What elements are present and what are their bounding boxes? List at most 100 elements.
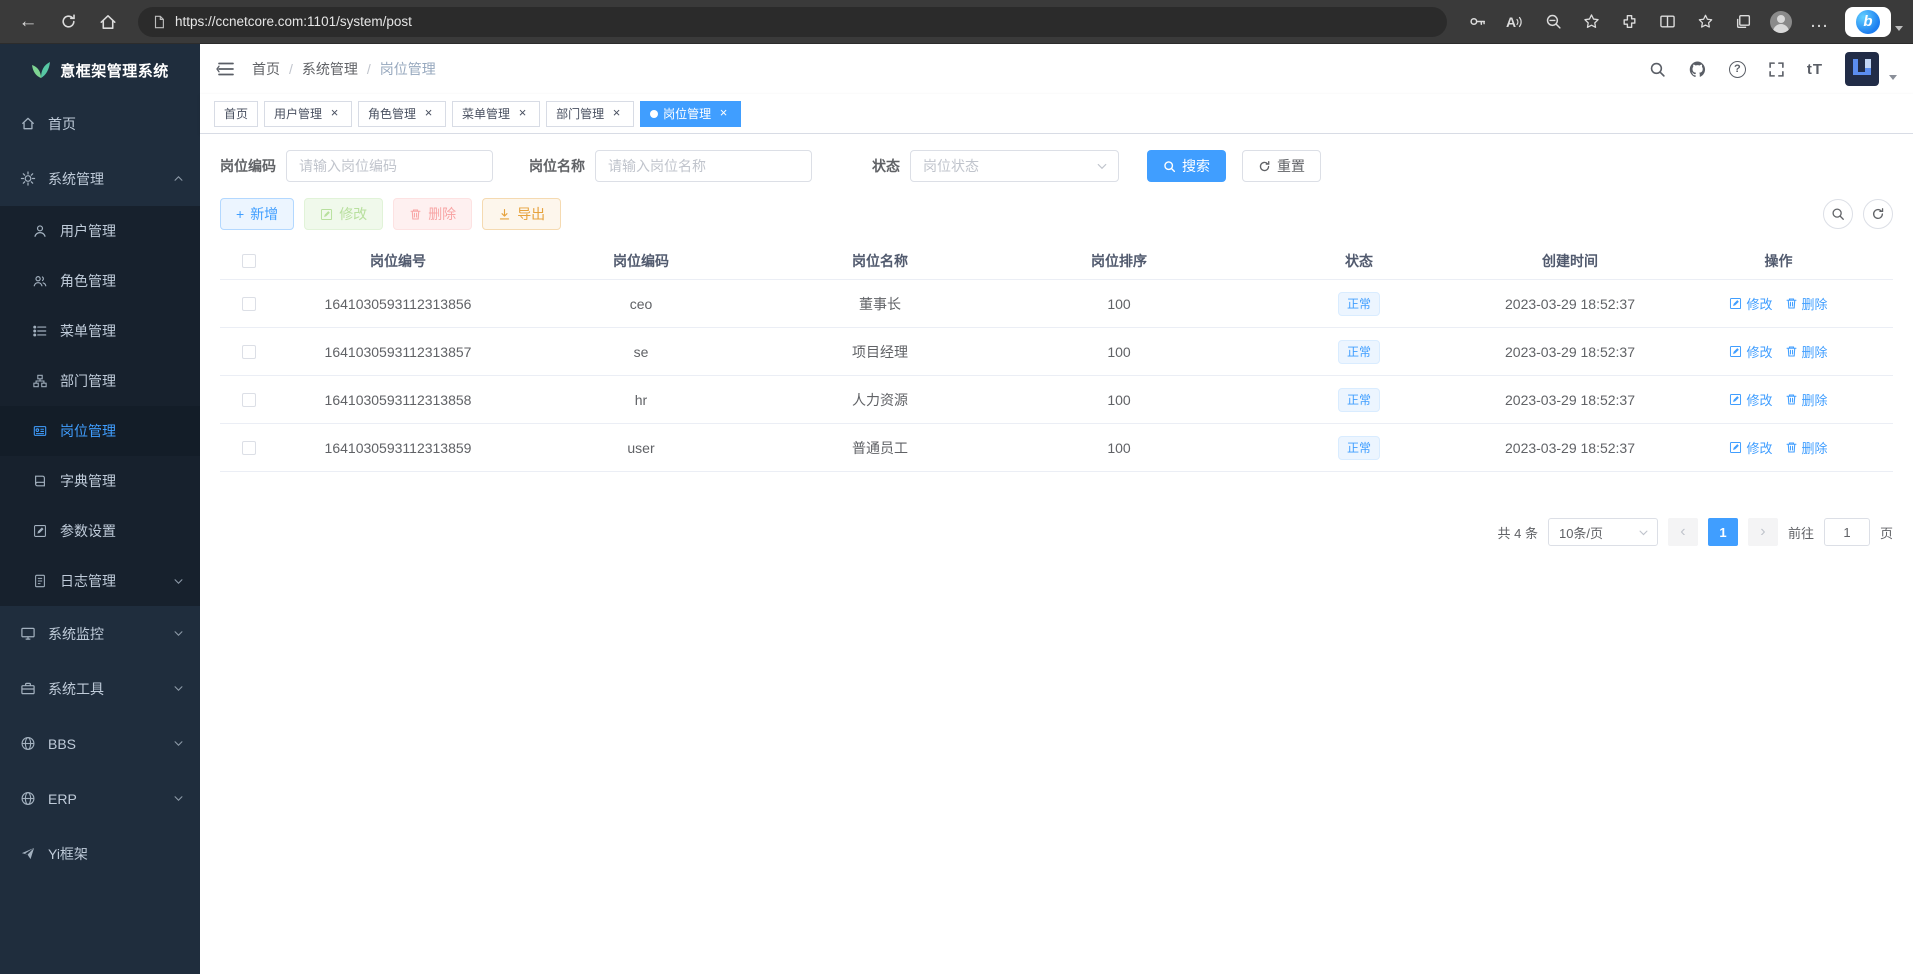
header-search-icon[interactable] [1649,61,1666,78]
user-avatar[interactable] [1845,52,1879,86]
row-checkbox[interactable] [242,393,256,407]
add-button[interactable]: + 新增 [220,198,294,230]
sidebar-item-yi-framework[interactable]: Yi框架 [0,826,200,881]
address-bar[interactable]: https://ccnetcore.com:1101/system/post [138,7,1447,37]
zoom-out-icon[interactable] [1535,5,1571,39]
browser-back-icon[interactable]: ← [10,5,46,39]
row-edit-link[interactable]: 修改 [1729,390,1772,409]
sidebar-item-bbs[interactable]: BBS [0,716,200,771]
sidebar-item-roles[interactable]: 角色管理 [0,256,200,306]
close-icon[interactable]: × [609,106,624,121]
page-1-button[interactable]: 1 [1708,518,1738,546]
sidebar-collapse-icon[interactable] [216,59,236,79]
browser-home-icon[interactable] [90,5,126,39]
extensions-icon[interactable] [1611,5,1647,39]
goto-page-input[interactable] [1824,518,1870,546]
tab-post-management[interactable]: 岗位管理 × [640,101,741,127]
row-checkbox[interactable] [242,297,256,311]
filter-bar: 岗位编码 岗位名称 状态 岗位状态 搜索 重 [220,150,1893,182]
select-all-checkbox[interactable] [242,254,256,268]
avatar-dropdown-caret[interactable] [1889,75,1897,80]
cell-post-code: se [518,344,764,360]
breadcrumb-home[interactable]: 首页 [252,59,280,79]
copilot-dropdown-caret[interactable] [1895,26,1903,31]
row-edit-link[interactable]: 修改 [1729,438,1772,457]
trash-icon [1785,345,1798,358]
tab-user-management[interactable]: 用户管理 × [264,101,352,127]
browser-refresh-icon[interactable] [50,5,86,39]
refresh-table-icon[interactable] [1863,199,1893,229]
close-icon[interactable]: × [421,106,436,121]
sidebar-item-logs[interactable]: 日志管理 [0,556,200,606]
tab-department-management[interactable]: 部门管理 × [546,101,634,127]
sidebar-item-system[interactable]: 系统管理 [0,151,200,206]
cell-post-sort: 100 [996,392,1242,408]
sidebar-item-erp[interactable]: ERP [0,771,200,826]
collections-icon[interactable] [1725,5,1761,39]
browser-menu-icon[interactable]: … [1801,5,1837,39]
next-page-button[interactable]: › [1748,518,1778,546]
favorite-add-icon[interactable] [1573,5,1609,39]
read-aloud-icon[interactable]: A [1497,5,1533,39]
download-icon [498,208,511,221]
tabs-bar: 首页 用户管理 × 角色管理 × 菜单管理 × 部门管理 × 岗位管理 × [200,94,1913,134]
cell-created: 2023-03-29 18:52:37 [1476,296,1664,312]
text-size-icon[interactable]: tT [1807,61,1823,78]
status-select[interactable]: 岗位状态 [910,150,1119,182]
id-badge-icon [32,424,48,438]
row-delete-link[interactable]: 删除 [1785,438,1828,457]
cell-post-sort: 100 [996,440,1242,456]
post-code-input[interactable] [286,150,493,182]
tab-home[interactable]: 首页 [214,101,258,127]
sidebar-item-tools[interactable]: 系统工具 [0,661,200,716]
row-delete-link[interactable]: 删除 [1785,294,1828,313]
sidebar-item-home[interactable]: 首页 [0,96,200,151]
favorites-bar-icon[interactable] [1687,5,1723,39]
post-name-input[interactable] [595,150,812,182]
tab-role-management[interactable]: 角色管理 × [358,101,446,127]
goto-label: 前往 [1788,523,1814,542]
sidebar-item-users[interactable]: 用户管理 [0,206,200,256]
close-icon[interactable]: × [515,106,530,121]
breadcrumb: 首页 / 系统管理 / 岗位管理 [252,59,436,79]
row-delete-link[interactable]: 删除 [1785,342,1828,361]
row-edit-link[interactable]: 修改 [1729,294,1772,313]
password-key-icon[interactable] [1459,5,1495,39]
delete-button[interactable]: 删除 [393,198,472,230]
sidebar-item-monitoring[interactable]: 系统监控 [0,606,200,661]
sidebar-item-menus[interactable]: 菜单管理 [0,306,200,356]
table-row: 1641030593112313857 se 项目经理 100 正常 2023-… [220,328,1893,376]
sidebar-item-posts[interactable]: 岗位管理 [0,406,200,456]
row-checkbox[interactable] [242,345,256,359]
split-screen-icon[interactable] [1649,5,1685,39]
log-document-icon [32,574,48,588]
trash-icon [1785,297,1798,310]
help-icon[interactable]: ? [1729,61,1746,78]
sidebar-item-departments[interactable]: 部门管理 [0,356,200,406]
toggle-search-icon[interactable] [1823,199,1853,229]
tab-menu-management[interactable]: 菜单管理 × [452,101,540,127]
page-size-select[interactable]: 10条/页 [1548,518,1658,546]
close-icon[interactable]: × [327,106,342,121]
row-delete-link[interactable]: 删除 [1785,390,1828,409]
browser-chrome: ← https://ccnetcore.com:1101/system/post… [0,0,1913,44]
app-frame: 意框架管理系统 首页 系统管理 用户管理 角色管理 菜单管理 [0,44,1913,974]
profile-avatar-icon[interactable] [1763,5,1799,39]
copilot-icon[interactable]: b [1845,7,1891,37]
sidebar-item-parameters[interactable]: 参数设置 [0,506,200,556]
search-button[interactable]: 搜索 [1147,150,1226,182]
row-edit-link[interactable]: 修改 [1729,342,1772,361]
close-icon[interactable]: × [716,106,731,121]
post-name-label: 岗位名称 [529,156,585,176]
reset-button[interactable]: 重置 [1242,150,1321,182]
sidebar-item-dictionary[interactable]: 字典管理 [0,456,200,506]
fullscreen-icon[interactable] [1768,61,1785,78]
export-button[interactable]: 导出 [482,198,561,230]
row-checkbox[interactable] [242,441,256,455]
breadcrumb-system[interactable]: 系统管理 [302,59,358,79]
browser-toolbar-right: A … b [1459,5,1903,39]
prev-page-button[interactable]: ‹ [1668,518,1698,546]
github-icon[interactable] [1688,60,1707,79]
edit-button[interactable]: 修改 [304,198,383,230]
header-actions: 操作 [1664,251,1893,271]
